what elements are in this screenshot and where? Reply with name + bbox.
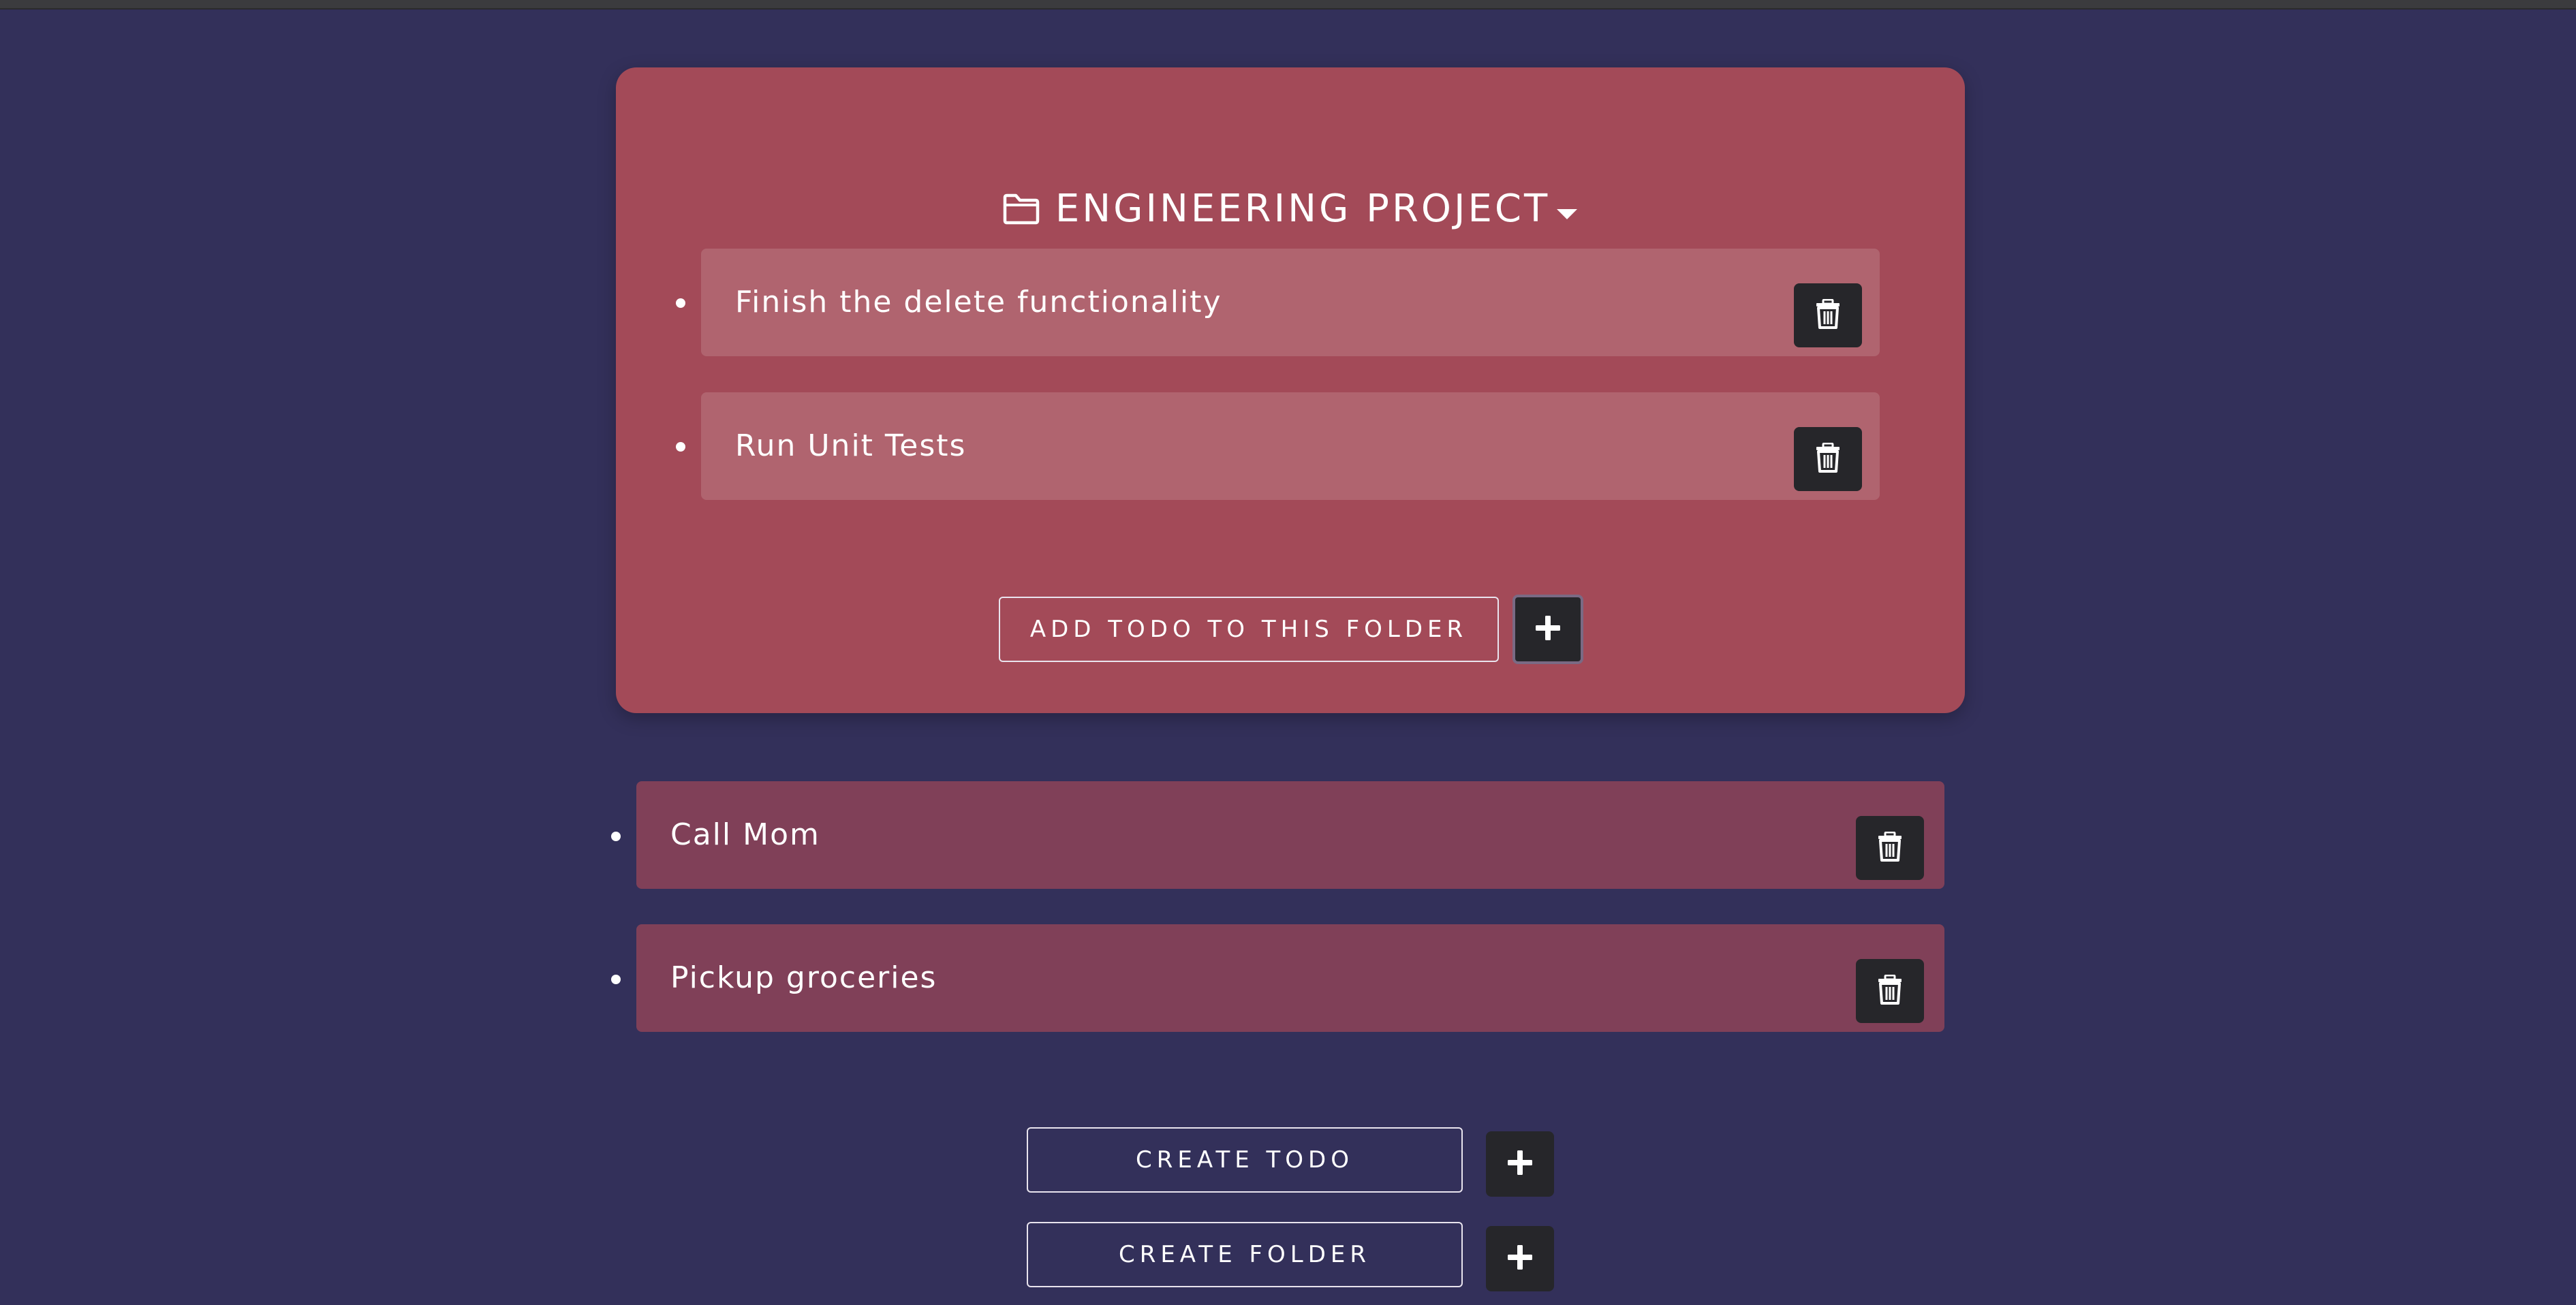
delete-todo-button[interactable]: [1856, 959, 1924, 1023]
plus-icon: [1534, 614, 1562, 644]
list-bullet: [611, 832, 621, 841]
list-bullet: [611, 975, 621, 984]
create-todo-plus-button[interactable]: [1486, 1131, 1554, 1197]
trash-icon: [1815, 442, 1841, 475]
plus-icon: [1506, 1244, 1534, 1274]
delete-todo-button[interactable]: [1794, 427, 1862, 491]
create-folder-plus-button[interactable]: [1486, 1226, 1554, 1291]
folder-todo-item: Finish the delete functionality: [701, 249, 1880, 356]
list-bullet: [676, 442, 685, 452]
create-folder-button[interactable]: CREATE FOLDER: [1027, 1222, 1463, 1287]
todo-text: Pickup groceries: [670, 960, 937, 995]
folder-icon: [1002, 193, 1040, 225]
todo-text: Call Mom: [670, 817, 820, 852]
todo-item: Call Mom: [636, 781, 1944, 889]
folder-todo-item: Run Unit Tests: [701, 392, 1880, 500]
add-todo-to-folder-plus-button[interactable]: [1512, 595, 1583, 664]
delete-todo-button[interactable]: [1794, 283, 1862, 347]
list-bullet: [676, 298, 685, 308]
todo-text: Run Unit Tests: [735, 428, 967, 463]
folder-title: ENGINEERING PROJECT: [1055, 187, 1551, 231]
trash-icon: [1815, 298, 1841, 332]
add-todo-to-folder-button[interactable]: ADD TODO TO THIS FOLDER: [999, 597, 1499, 662]
create-todo-button[interactable]: CREATE TODO: [1027, 1127, 1463, 1193]
add-todo-to-folder-label: ADD TODO TO THIS FOLDER: [1029, 616, 1468, 643]
top-bar: [0, 0, 2576, 10]
todo-text: Finish the delete functionality: [735, 285, 1222, 319]
folder-card: ENGINEERING PROJECT Finish the delete fu…: [616, 67, 1965, 713]
create-todo-label: CREATE TODO: [1136, 1146, 1354, 1174]
create-folder-label: CREATE FOLDER: [1118, 1241, 1371, 1268]
todo-item: Pickup groceries: [636, 924, 1944, 1032]
trash-icon: [1877, 974, 1903, 1007]
caret-down-icon[interactable]: [1555, 207, 1579, 221]
trash-icon: [1877, 831, 1903, 864]
folder-header[interactable]: ENGINEERING PROJECT: [616, 185, 1965, 234]
delete-todo-button[interactable]: [1856, 816, 1924, 880]
plus-icon: [1506, 1149, 1534, 1179]
